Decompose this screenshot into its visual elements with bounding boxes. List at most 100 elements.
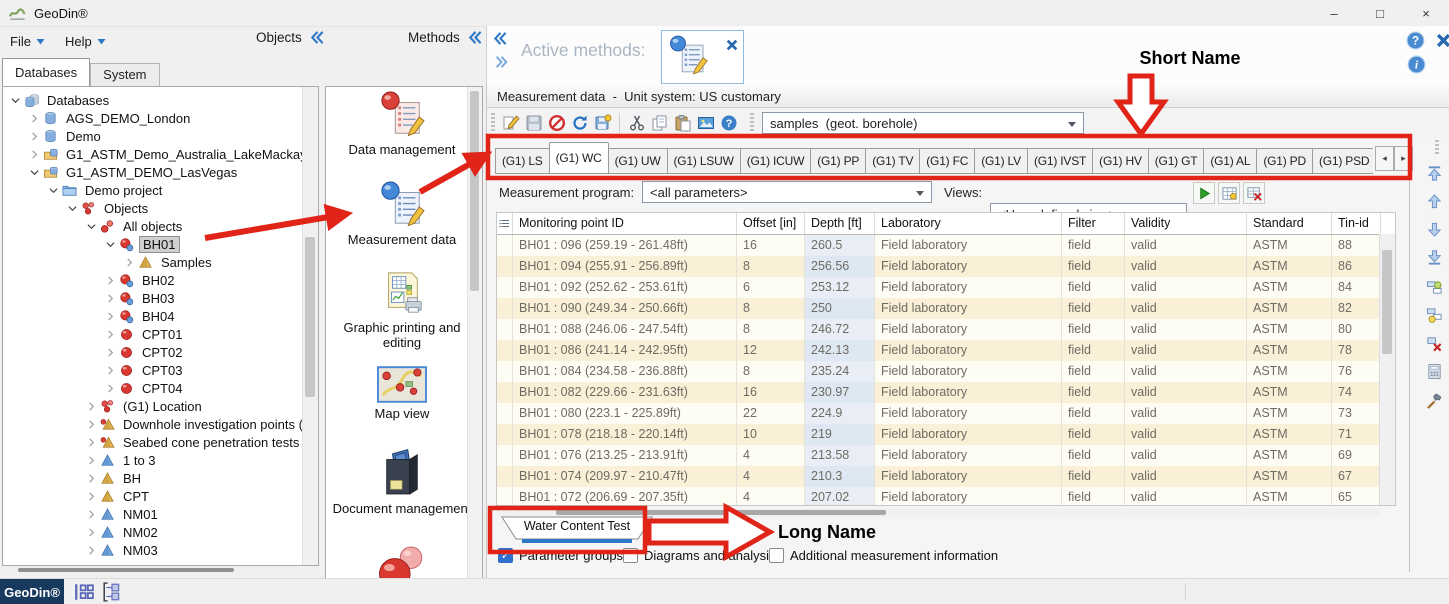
info-icon[interactable]: i [1407, 55, 1426, 74]
maximize-button[interactable]: □ [1357, 0, 1403, 26]
tree-item-cpt02[interactable]: CPT02 [3, 343, 302, 361]
tree-item-cpt03[interactable]: CPT03 [3, 361, 302, 379]
method-tab-g1-lv[interactable]: (G1) LV [974, 148, 1028, 174]
toolbar-grip[interactable] [491, 113, 495, 133]
column-header-standard[interactable]: Standard [1247, 213, 1332, 234]
table-row[interactable]: BH01 : 076 (213.25 - 213.91ft)4213.58Fie… [497, 445, 1395, 466]
expanded-icon[interactable] [28, 168, 41, 177]
tree-item-demo[interactable]: Demo [3, 127, 302, 145]
run-button[interactable] [1193, 182, 1215, 204]
method-tab-g1-pp[interactable]: (G1) PP [810, 148, 866, 174]
help-menu[interactable]: Help [55, 26, 116, 56]
tree-item-bh01[interactable]: BH01 [3, 235, 302, 253]
move-down-button[interactable] [1423, 218, 1445, 240]
export-button[interactable] [592, 112, 614, 134]
collapsed-icon[interactable] [28, 132, 41, 141]
checkbox-additional-measurement-information[interactable]: Additional measurement information [769, 548, 998, 563]
method-tab-g1-wc[interactable]: (G1) WC [549, 142, 609, 174]
tree-item-all-objects[interactable]: All objects [3, 217, 302, 235]
table-row[interactable]: BH01 : 074 (209.97 - 210.47ft)4210.3Fiel… [497, 466, 1395, 487]
collapsed-icon[interactable] [85, 546, 98, 555]
collapsed-icon[interactable] [104, 312, 117, 321]
close-button[interactable]: × [1403, 0, 1449, 26]
tree-item-objects[interactable]: Objects [3, 199, 302, 217]
copy-record-button[interactable] [1423, 304, 1445, 326]
table-row[interactable]: BH01 : 078 (218.18 - 220.14ft)10219Field… [497, 424, 1395, 445]
expanded-icon[interactable] [104, 240, 117, 249]
expanded-icon[interactable] [66, 204, 79, 213]
tree-item-bh02[interactable]: BH02 [3, 271, 302, 289]
calculator-button[interactable] [1423, 360, 1445, 382]
column-header-monitoring-point-id[interactable]: Monitoring point ID [513, 213, 737, 234]
copy-button[interactable] [649, 112, 671, 134]
table-scrollbar-thumb[interactable] [1382, 250, 1392, 354]
collapsed-icon[interactable] [104, 384, 117, 393]
checkbox-parameter-groups[interactable]: ✓Parameter groups [498, 548, 623, 563]
tree-item-databases[interactable]: Databases [3, 91, 302, 109]
checkbox-diagrams-and-analysis[interactable]: Diagrams and analysis [623, 548, 776, 563]
toolbar-grip[interactable] [1435, 140, 1439, 156]
collapsed-icon[interactable] [85, 402, 98, 411]
table-row[interactable]: BH01 : 082 (229.66 - 231.63ft)16230.97Fi… [497, 382, 1395, 403]
close-method-icon[interactable] [726, 39, 738, 51]
form-view-button[interactable] [102, 582, 122, 602]
method-tab-g1-icuw[interactable]: (G1) ICUW [740, 148, 812, 174]
collapse-left-icon[interactable] [467, 30, 482, 45]
method-tab-g1-pd[interactable]: (G1) PD [1256, 148, 1313, 174]
tabs-scroll-right-button[interactable]: ▸ [1394, 146, 1413, 171]
tree-item-bh[interactable]: BH [3, 469, 302, 487]
collapsed-icon[interactable] [104, 348, 117, 357]
method-tab-g1-tv[interactable]: (G1) TV [865, 148, 920, 174]
edit-button[interactable] [500, 112, 522, 134]
checkbox-box[interactable]: ✓ [498, 548, 513, 563]
column-header-validity[interactable]: Validity [1125, 213, 1247, 234]
tree-item-nm02[interactable]: NM02 [3, 523, 302, 541]
tree-item-1-to-3[interactable]: 1 to 3 [3, 451, 302, 469]
tree-item-nm03[interactable]: NM03 [3, 541, 302, 559]
tree-item-ags-demo-london[interactable]: AGS_DEMO_London [3, 109, 302, 127]
collapsed-icon[interactable] [28, 150, 41, 159]
delete-record-button[interactable] [1423, 332, 1445, 354]
methods-scrollbar-thumb[interactable] [470, 91, 479, 291]
collapsed-icon[interactable] [85, 474, 98, 483]
view-grid-button[interactable] [1218, 182, 1240, 204]
view-delete-button[interactable] [1243, 182, 1265, 204]
table-hscrollbar-thumb[interactable] [556, 510, 886, 515]
method-item-data-management[interactable]: Data management [332, 91, 472, 157]
refresh-button[interactable] [569, 112, 591, 134]
tree-hscrollbar-thumb[interactable] [18, 568, 234, 572]
method-tab-g1-psd[interactable]: (G1) PSD [1312, 148, 1373, 174]
move-up-button[interactable] [1423, 190, 1445, 212]
column-header-laboratory[interactable]: Laboratory [875, 213, 1062, 234]
expanded-icon[interactable] [85, 222, 98, 231]
add-record-button[interactable] [1423, 276, 1445, 298]
minimize-button[interactable]: – [1311, 0, 1357, 26]
method-item-graphic-printing-and-editing[interactable]: Graphic printing and editing [332, 269, 472, 350]
method-item-document-management[interactable]: Document management [332, 446, 472, 516]
table-row[interactable]: BH01 : 092 (252.62 - 253.61ft)6253.12Fie… [497, 277, 1395, 298]
checkbox-box[interactable] [623, 548, 638, 563]
method-tab-g1-ls[interactable]: (G1) LS [495, 148, 550, 174]
collapsed-icon[interactable] [104, 366, 117, 375]
tree-item-cpt[interactable]: CPT [3, 487, 302, 505]
tree-item-cpt01[interactable]: CPT01 [3, 325, 302, 343]
column-header-offset-in[interactable]: Offset [in] [737, 213, 805, 234]
table-row[interactable]: BH01 : 080 (223.1 - 225.89ft)22224.9Fiel… [497, 403, 1395, 424]
method-tab-g1-hv[interactable]: (G1) HV [1092, 148, 1149, 174]
tree-item-bh03[interactable]: BH03 [3, 289, 302, 307]
tree-item-cpt04[interactable]: CPT04 [3, 379, 302, 397]
column-header-depth-ft[interactable]: Depth [ft] [805, 213, 875, 234]
collapsed-icon[interactable] [85, 438, 98, 447]
help-button[interactable]: ? [718, 112, 740, 134]
cancel-button[interactable] [546, 112, 568, 134]
tree-item-g1-astm-demo-lasvegas[interactable]: G1_ASTM_DEMO_LasVegas [3, 163, 302, 181]
method-tab-g1-fc[interactable]: (G1) FC [919, 148, 975, 174]
toolbar-grip[interactable] [750, 113, 754, 133]
close-icon[interactable] [1436, 33, 1449, 48]
tools-button[interactable] [1423, 390, 1445, 412]
collapsed-icon[interactable] [85, 492, 98, 501]
methods-panel-toggle[interactable]: Methods [408, 30, 482, 45]
tabs-scroll-left-button[interactable]: ◂ [1375, 146, 1394, 171]
table-row[interactable]: BH01 : 096 (259.19 - 261.48ft)16260.5Fie… [497, 235, 1395, 256]
paste-button[interactable] [672, 112, 694, 134]
